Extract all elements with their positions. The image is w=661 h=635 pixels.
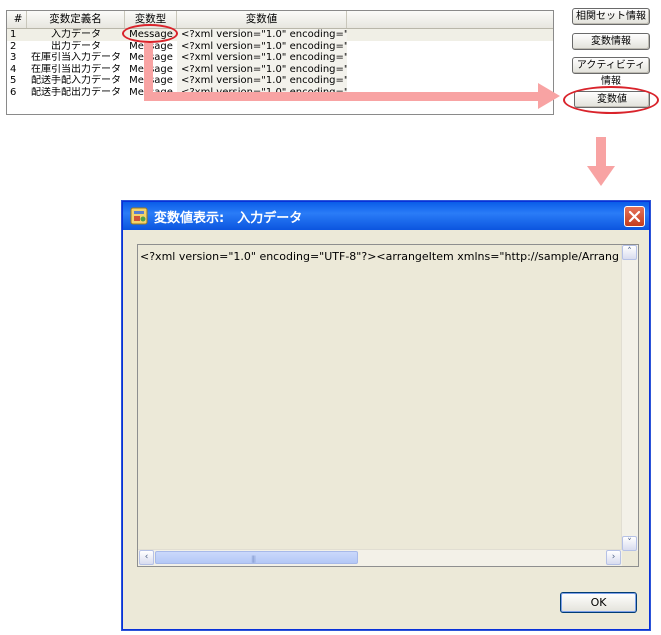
annotation-arrow-head-right	[538, 83, 560, 109]
row-number: 4	[10, 63, 17, 75]
row-value: <?xml version="1.0" encoding="UT...	[177, 29, 347, 41]
annotation-arrow-horizontal	[144, 92, 538, 101]
col-header-number[interactable]: #	[7, 11, 27, 28]
row-name: 在庫引当出力データ	[31, 63, 121, 75]
horizontal-scrollbar[interactable]: ‹ ||| ›	[138, 549, 622, 566]
close-button[interactable]	[624, 206, 645, 227]
col-header-name[interactable]: 変数定義名	[27, 11, 125, 28]
table-row[interactable]: 1 入力データ Message <?xml version="1.0" enco…	[7, 29, 553, 41]
table-row[interactable]: 5 配送手配入力データ Message <?xml version="1.0" …	[7, 75, 553, 87]
ok-button[interactable]: OK	[560, 592, 637, 613]
variable-info-button[interactable]: 変数情報	[572, 33, 650, 50]
vertical-scrollbar[interactable]: ˄ ˅	[621, 245, 638, 551]
scroll-right-button[interactable]: ›	[606, 550, 621, 565]
row-filler	[347, 64, 553, 76]
row-name: 配送手配入力データ	[31, 75, 121, 86]
variable-value-text: <?xml version="1.0" encoding="UTF-8"?><a…	[140, 250, 618, 263]
table-row[interactable]: 4 在庫引当出力データ Message <?xml version="1.0" …	[7, 63, 553, 76]
dialog-title: 変数値表示: 入力データ	[154, 210, 303, 226]
row-filler	[347, 29, 553, 41]
scroll-down-button[interactable]: ˅	[622, 536, 637, 551]
chevron-up-icon: ˄	[627, 247, 632, 257]
chevron-right-icon: ›	[611, 552, 616, 562]
annotation-ring-type-cell	[122, 24, 178, 43]
chevron-left-icon: ‹	[144, 552, 149, 562]
variable-value-dialog: 変数値表示: 入力データ <?xml version="1.0" encodin…	[122, 201, 650, 630]
scroll-left-button[interactable]: ‹	[139, 550, 154, 565]
table-header: # 変数定義名 変数型 変数値	[7, 11, 553, 29]
dialog-titlebar[interactable]: 変数値表示: 入力データ	[123, 202, 649, 230]
annotation-arrow-head-down	[587, 166, 615, 186]
close-icon	[628, 210, 641, 223]
app-icon	[130, 207, 148, 225]
row-name: 入力データ	[51, 29, 101, 40]
activity-info-button[interactable]: アクティビティ情報	[572, 57, 650, 87]
variable-value-textarea[interactable]: <?xml version="1.0" encoding="UTF-8"?><a…	[137, 244, 639, 567]
grip-icon: |||	[251, 555, 256, 563]
col-header-value[interactable]: 変数値	[177, 11, 347, 28]
row-name: 在庫引当入力データ	[31, 52, 121, 63]
row-number: 6	[10, 86, 17, 98]
row-filler	[347, 41, 553, 53]
row-number: 1	[10, 29, 17, 40]
horizontal-scroll-thumb[interactable]: |||	[155, 551, 358, 564]
row-value: <?xml version="1.0" encoding="UT...	[177, 40, 347, 52]
table-row[interactable]: 3 在庫引当入力データ Message <?xml version="1.0" …	[7, 52, 553, 64]
row-number: 5	[10, 75, 17, 86]
table-row[interactable]: 2 出力データ Message <?xml version="1.0" enco…	[7, 40, 553, 53]
correlation-set-info-button[interactable]: 相関セット情報	[572, 8, 650, 25]
row-name: 配送手配出力データ	[31, 86, 121, 98]
row-value: <?xml version="1.0" encoding="UT...	[177, 75, 347, 87]
row-filler	[347, 75, 553, 87]
row-number: 2	[10, 40, 17, 52]
row-value: <?xml version="1.0" encoding="UT...	[177, 52, 347, 64]
annotation-arrow-down-shaft	[596, 137, 606, 167]
scroll-up-button[interactable]: ˄	[622, 245, 637, 260]
row-number: 3	[10, 52, 17, 63]
annotation-ring-value-button	[563, 86, 659, 114]
col-header-empty	[347, 11, 553, 28]
row-name: 出力データ	[51, 40, 101, 52]
chevron-down-icon: ˅	[627, 538, 632, 548]
row-value: <?xml version="1.0" encoding="UT...	[177, 63, 347, 75]
row-filler	[347, 52, 553, 64]
